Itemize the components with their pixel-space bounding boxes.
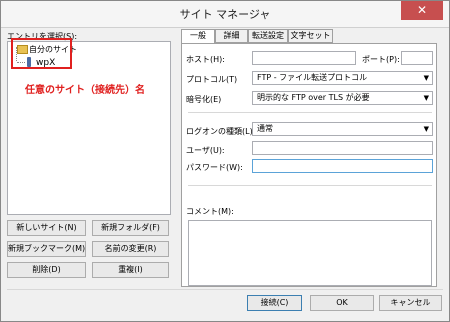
- protocol-label: プロトコル(T): [186, 75, 238, 84]
- protocol-select[interactable]: FTP - ファイル転送プロトコル ▼: [252, 71, 433, 85]
- close-icon[interactable]: ✕: [401, 1, 443, 20]
- user-label: ユーザ(U):: [186, 146, 225, 155]
- new-bookmark-button[interactable]: 新規ブックマーク(M): [7, 241, 86, 257]
- chevron-down-icon: ▼: [423, 74, 429, 82]
- port-field[interactable]: [401, 51, 433, 65]
- port-label: ポート(P):: [362, 55, 400, 64]
- chevron-down-icon: ▼: [423, 125, 429, 133]
- titlebar: サイト マネージャ ✕: [1, 1, 449, 28]
- general-tab-panel: ホスト(H): ポート(P): プロトコル(T) FTP - ファイル転送プロト…: [181, 43, 437, 287]
- rename-button[interactable]: 名前の変更(R): [92, 241, 169, 257]
- site-manager-window: サイト マネージャ ✕ エントリを選択(S): 自分のサイト wpX 任意のサイ…: [0, 0, 450, 322]
- password-field[interactable]: [252, 159, 433, 173]
- tab-charset[interactable]: 文字セット: [288, 29, 333, 43]
- divider: [188, 185, 432, 186]
- connect-button[interactable]: 接続(C): [247, 295, 302, 311]
- divider: [7, 289, 443, 290]
- new-folder-button[interactable]: 新規フォルダ(F): [92, 220, 169, 236]
- new-site-button[interactable]: 新しいサイト(N): [7, 220, 86, 236]
- duplicate-button[interactable]: 重複(I): [92, 262, 169, 278]
- ok-button[interactable]: OK: [310, 295, 374, 311]
- tab-transfer-settings[interactable]: 転送設定: [248, 29, 288, 43]
- chevron-down-icon: ▼: [423, 94, 429, 102]
- encryption-label: 暗号化(E): [186, 95, 222, 104]
- annotation-box: [11, 38, 72, 69]
- divider: [188, 112, 432, 113]
- encryption-select[interactable]: 明示的な FTP over TLS が必要 ▼: [252, 91, 433, 105]
- encryption-value: 明示的な FTP over TLS が必要: [257, 93, 370, 102]
- comment-textarea[interactable]: [188, 220, 432, 286]
- host-label: ホスト(H):: [186, 55, 225, 64]
- cancel-button[interactable]: キャンセル: [379, 295, 442, 311]
- logon-type-select[interactable]: 通常 ▼: [252, 122, 433, 136]
- tab-general[interactable]: 一般: [181, 29, 215, 44]
- logon-type-value: 通常: [257, 124, 273, 133]
- password-label: パスワード(W):: [186, 163, 243, 172]
- comment-label: コメント(M):: [186, 207, 234, 216]
- user-field[interactable]: [252, 141, 433, 155]
- tab-advanced[interactable]: 詳細: [215, 29, 248, 43]
- window-title: サイト マネージャ: [179, 8, 271, 21]
- annotation-text: 任意のサイト（接続先）名: [25, 85, 145, 96]
- protocol-value: FTP - ファイル転送プロトコル: [257, 73, 368, 82]
- delete-button[interactable]: 削除(D): [7, 262, 86, 278]
- host-field[interactable]: [252, 51, 356, 65]
- logon-type-label: ログオンの種類(L):: [186, 127, 256, 136]
